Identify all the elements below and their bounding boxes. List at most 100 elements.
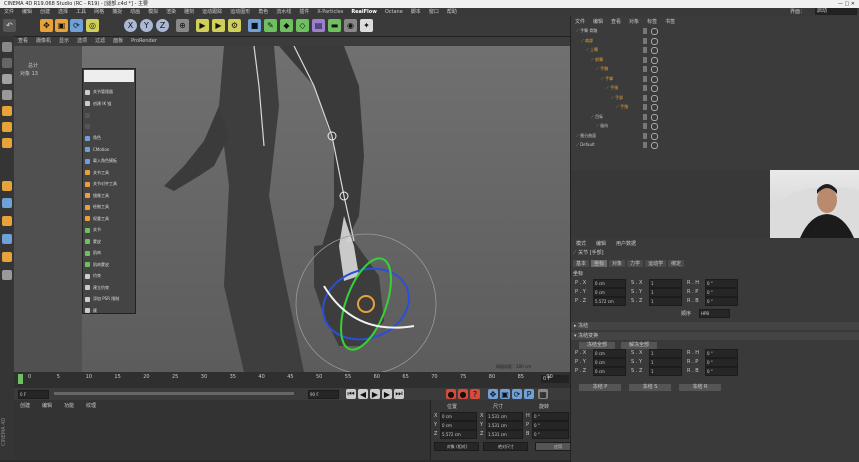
visibility-dot[interactable] xyxy=(643,85,647,91)
rotate-icon[interactable]: ⟳ xyxy=(70,19,83,32)
tag-icon[interactable] xyxy=(651,132,658,140)
viewport-menu-item[interactable]: 查看 xyxy=(18,38,28,44)
lock-workplane-icon[interactable] xyxy=(2,270,12,280)
coord-value-field[interactable]: 0 ° xyxy=(532,430,569,439)
attr-value-field[interactable]: 1 xyxy=(649,367,682,376)
character-menu-item[interactable]: CMotion xyxy=(85,145,133,154)
freeze-button[interactable]: 冻结 R xyxy=(679,384,721,391)
object-row[interactable]: ⟋ 手臂 骨骼 xyxy=(576,27,597,35)
attr-value-field[interactable]: 0 ° xyxy=(705,288,738,297)
viewport-menu-item[interactable]: 选项 xyxy=(77,38,87,44)
workplane-icon[interactable] xyxy=(2,90,12,100)
key-param-icon[interactable]: P xyxy=(524,389,534,399)
menu-item[interactable]: 文件 xyxy=(4,8,14,16)
attribute-menu-item[interactable]: 用户数据 xyxy=(616,241,636,247)
object-menu-item[interactable]: 编辑 xyxy=(593,19,603,25)
menu-item[interactable]: 渲染 xyxy=(166,8,176,16)
object-row[interactable]: ⟋ 极向 xyxy=(596,122,608,130)
viewport-menu-item[interactable]: ProRender xyxy=(131,38,157,44)
timeline[interactable]: 0 F 0 5 10 15 20 25 30 35 40 45 50 55 60 65 70 75 80 85 90 xyxy=(14,372,570,388)
menu-item[interactable]: 捕捉 xyxy=(112,8,122,16)
key-selection-icon[interactable]: ? xyxy=(470,389,480,399)
last-frame-icon[interactable]: ⏭ xyxy=(394,389,404,399)
character-menu-item[interactable]: 镜像工具 xyxy=(85,191,133,200)
menu-item[interactable]: 模拟 xyxy=(148,8,158,16)
layout-select[interactable]: 启动 xyxy=(815,8,857,15)
character-menu-item[interactable] xyxy=(85,122,133,131)
object-menu-item[interactable]: 查看 xyxy=(611,19,621,25)
current-frame[interactable]: 0 F xyxy=(541,375,569,383)
polygons-mode-icon[interactable] xyxy=(2,138,12,148)
attribute-menu-item[interactable]: 编辑 xyxy=(596,241,606,247)
character-menu-item[interactable]: 关节管理器 xyxy=(85,87,133,96)
live-select-icon[interactable]: ◎ xyxy=(86,19,99,32)
character-menu-item[interactable]: 创建 IK 链 xyxy=(85,99,133,108)
object-row[interactable]: ⟋ 前臂 xyxy=(591,56,603,64)
key-scale-icon[interactable]: ▣ xyxy=(500,389,510,399)
deformer-icon[interactable]: ▤ xyxy=(312,19,325,32)
coord-value-field[interactable]: 1.531 cm xyxy=(486,421,523,430)
render-picture-icon[interactable]: ▶ xyxy=(212,19,225,32)
snap-icon[interactable] xyxy=(2,198,12,208)
object-row[interactable]: ⟋ 细分曲面 xyxy=(576,132,596,140)
menu-item[interactable]: 运动图形 xyxy=(230,8,250,16)
visibility-dot[interactable] xyxy=(643,94,647,101)
render-settings-icon[interactable]: ⚙ xyxy=(228,19,241,32)
order-select[interactable]: HPB xyxy=(699,309,730,318)
make-editable-icon[interactable] xyxy=(2,42,12,52)
menu-item[interactable]: 脚本 xyxy=(411,8,421,16)
object-menu-item[interactable]: 对象 xyxy=(629,19,639,25)
coord-value-field[interactable]: 1.531 cm xyxy=(486,412,523,421)
tag-icon[interactable] xyxy=(651,94,658,102)
key-grid-icon[interactable]: ▦ xyxy=(538,389,548,399)
undo-icon[interactable]: ↶ xyxy=(3,19,16,32)
menu-item[interactable]: Octane xyxy=(385,8,403,16)
key-position-icon[interactable]: ✥ xyxy=(488,389,498,399)
tag-icon[interactable] xyxy=(651,37,658,45)
attr-value-field[interactable]: 0 ° xyxy=(705,279,738,288)
autokey-icon[interactable]: ● xyxy=(458,389,468,399)
attr-value-field[interactable]: 1 xyxy=(649,297,682,306)
freeze-button[interactable]: 冻结 P xyxy=(579,384,621,391)
freeze-button[interactable]: 冻结 S xyxy=(629,384,671,391)
character-menu-item[interactable] xyxy=(85,110,133,119)
object-menu-item[interactable]: 标签 xyxy=(647,19,657,25)
freeze-all-button[interactable]: 冻结全部 xyxy=(579,342,615,349)
character-menu-item[interactable]: 关节工具 xyxy=(85,168,133,177)
character-menu-item[interactable]: 约束 xyxy=(85,271,133,280)
attr-value-field[interactable]: 0 cm xyxy=(593,349,626,358)
pen-icon[interactable]: ✎ xyxy=(264,19,277,32)
points-mode-icon[interactable] xyxy=(2,106,12,116)
attr-value-field[interactable]: 0 cm xyxy=(593,358,626,367)
coord-value-field[interactable]: 0 ° xyxy=(532,412,569,421)
playhead[interactable] xyxy=(18,374,23,384)
end-frame-field[interactable]: 90 F xyxy=(308,390,339,399)
character-menu-item[interactable]: 角色 xyxy=(85,133,133,142)
texture-mode-icon[interactable] xyxy=(2,74,12,84)
cube-icon[interactable]: ■ xyxy=(248,19,261,32)
visibility-dot[interactable] xyxy=(643,75,647,82)
tag-icon[interactable] xyxy=(651,113,658,121)
range-slider[interactable] xyxy=(54,392,294,395)
menu-item[interactable]: X-Particles xyxy=(317,8,343,16)
menu-item[interactable]: 选择 xyxy=(58,8,68,16)
array-icon[interactable]: ◇ xyxy=(296,19,309,32)
coord-mode-select[interactable]: 对象 (相对) xyxy=(434,442,479,451)
visibility-dot[interactable] xyxy=(643,56,647,63)
attr-value-field[interactable]: 0 ° xyxy=(705,367,738,376)
x-axis-icon[interactable]: X xyxy=(124,19,137,32)
menu-item[interactable]: 雕刻 xyxy=(184,8,194,16)
prev-key-icon[interactable]: ◀ xyxy=(358,389,368,399)
menu-item[interactable]: RealFlow xyxy=(351,8,377,16)
object-row[interactable]: ⟋ 手掌 xyxy=(601,75,613,83)
attribute-tab[interactable]: 力学 xyxy=(627,260,644,267)
menu-item[interactable]: 工具 xyxy=(76,8,86,16)
subdivision-icon[interactable]: ◆ xyxy=(280,19,293,32)
tag-icon[interactable] xyxy=(651,56,658,64)
soft-selection-icon[interactable] xyxy=(2,234,12,244)
tag-icon[interactable] xyxy=(651,85,658,92)
object-menu-item[interactable]: 文件 xyxy=(575,19,585,25)
character-menu-item[interactable]: 绘制工具 xyxy=(85,202,133,211)
edges-mode-icon[interactable] xyxy=(2,122,12,132)
coord-value-field[interactable]: 0 cm xyxy=(440,421,477,430)
